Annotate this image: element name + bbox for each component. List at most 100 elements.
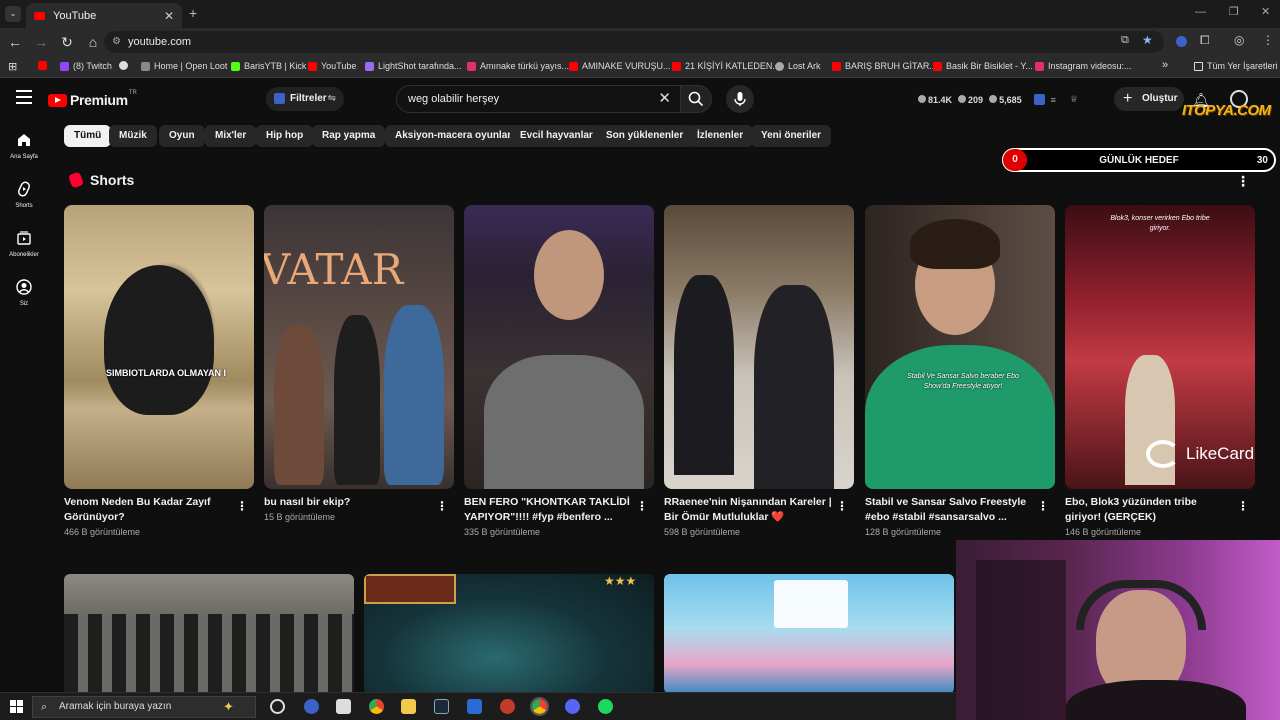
reload-button[interactable]: ↻ (55, 30, 79, 54)
shorts-more-icon[interactable]: ⋮ (1236, 173, 1250, 190)
calculator-icon[interactable] (336, 699, 351, 714)
short-card[interactable]: BEN FERO "KHONTKAR TAKLİDİ YAPIYOR"!!!! … (464, 205, 654, 537)
chip-action-adventure[interactable]: Aksiyon-macera oyunları (385, 125, 524, 147)
short-thumbnail[interactable]: Stabil Ve Sansar Salvo beraber Ebo Show'… (865, 205, 1055, 489)
more-bookmarks-icon[interactable]: » (1162, 59, 1168, 71)
extension-icon[interactable] (1176, 36, 1187, 47)
home-button[interactable]: ⌂ (81, 30, 105, 54)
video-thumbnail[interactable] (64, 574, 354, 694)
chip-hiphop[interactable]: Hip hop (256, 125, 314, 147)
close-tab-icon[interactable]: ✕ (164, 9, 174, 23)
short-more-icon[interactable]: ⋮ (636, 499, 648, 513)
chip-music[interactable]: Müzik (109, 125, 157, 147)
all-bookmarks-folder[interactable]: Tüm Yer İşaretleri (1194, 61, 1278, 71)
minimize-button[interactable]: — (1195, 6, 1206, 18)
browser-menu-icon[interactable]: ⋮ (1262, 33, 1274, 47)
chip-pets[interactable]: Evcil hayvanlar (510, 125, 603, 147)
bookmark-item[interactable]: Home | Open Loot (141, 61, 227, 71)
chip-all[interactable]: Tümü (64, 125, 112, 147)
short-title[interactable]: Ebo, Blok3 yüzünden tribe giriyor! (GERÇ… (1065, 495, 1233, 524)
windows-start-icon[interactable] (10, 700, 23, 713)
trophy-icon[interactable]: ♕ (1070, 94, 1078, 105)
file-explorer-icon[interactable] (401, 699, 416, 714)
bookmark-item[interactable]: Lost Ark (775, 61, 821, 71)
bookmark-star-icon[interactable]: ★ (1142, 33, 1153, 47)
short-card[interactable]: RRaenee'nin Nişanından Kareler | Bir Ömü… (664, 205, 854, 537)
chrome-icon[interactable] (530, 697, 549, 716)
bookmark-item[interactable]: (8) Twitch (60, 61, 112, 71)
site-info-icon[interactable]: ⚙ (112, 31, 121, 53)
short-title[interactable]: Stabil ve Sansar Salvo Freestyle #ebo #s… (865, 495, 1033, 524)
short-title[interactable]: bu nasıl bir ekip? (264, 495, 432, 510)
app-icon[interactable] (500, 699, 515, 714)
search-input[interactable]: weg olabilir herşey ✕ (396, 85, 682, 113)
maximize-button[interactable]: ❐ (1229, 5, 1239, 18)
short-title[interactable]: Venom Neden Bu Kadar Zayıf Görünüyor? (64, 495, 232, 524)
video-thumbnail[interactable]: ★★★ (364, 574, 654, 694)
youtube-premium-logo[interactable]: Premium TR (48, 90, 137, 108)
bookmark-item[interactable] (119, 61, 132, 70)
short-title[interactable]: BEN FERO "KHONTKAR TAKLİDİ YAPIYOR"!!!! … (464, 495, 632, 524)
bookmark-item[interactable]: Amınake türkü yayıs... (467, 61, 569, 71)
short-more-icon[interactable]: ⋮ (1037, 499, 1049, 513)
hamburger-menu-icon[interactable] (16, 90, 32, 104)
video-thumbnail[interactable] (664, 574, 954, 694)
queue-icon[interactable]: ≡ (1051, 95, 1056, 105)
bookmark-item[interactable]: AMINAKE VURUŞU... (569, 61, 671, 71)
short-more-icon[interactable]: ⋮ (836, 499, 848, 513)
short-thumbnail[interactable]: VATAR (264, 205, 454, 489)
sidebar-item-shorts[interactable]: Shorts (0, 181, 48, 209)
bookmark-item[interactable]: LightShot tarafında... (365, 61, 462, 71)
bookmark-item[interactable]: BarisYTB | Kick (231, 61, 306, 71)
short-card[interactable]: SIMBIOTLARDA OLMAYAN I Venom Neden Bu Ka… (64, 205, 254, 537)
bookmark-item[interactable]: Instagram videosu:... (1035, 61, 1132, 71)
bookmark-item[interactable]: 21 KİŞİYİ KATLEDEN... (672, 61, 780, 71)
chip-gaming[interactable]: Oyun (159, 125, 205, 147)
short-card[interactable]: VATAR bu nasıl bir ekip? 15 B görüntülem… (264, 205, 454, 522)
task-view-icon[interactable] (270, 699, 285, 714)
chip-mixes[interactable]: Mix'ler (205, 125, 257, 147)
sidebar-item-home[interactable]: Ana Sayfa (0, 132, 48, 160)
browser-tab-youtube[interactable]: YouTube ✕ (26, 3, 182, 28)
search-button[interactable] (680, 85, 712, 113)
chip-recently-uploaded[interactable]: Son yüklenenler (596, 125, 694, 147)
short-thumbnail[interactable] (664, 205, 854, 489)
back-button[interactable]: ← (3, 30, 27, 54)
extension-badge-icon[interactable] (1033, 94, 1045, 105)
forward-button[interactable]: → (29, 30, 53, 54)
chip-new-to-you[interactable]: Yeni öneriler (751, 125, 832, 147)
short-more-icon[interactable]: ⋮ (1237, 499, 1249, 513)
address-bar[interactable]: ⚙ youtube.com (104, 31, 1164, 53)
chip-watched[interactable]: İzlenenler (687, 125, 754, 147)
chip-rap[interactable]: Rap yapma (312, 125, 386, 147)
short-thumbnail[interactable] (464, 205, 654, 489)
taskbar-search[interactable]: ⌕ Aramak için buraya yazın ✦ (32, 696, 256, 718)
profile-icon[interactable]: ◎ (1234, 33, 1244, 47)
clear-search-icon[interactable]: ✕ (658, 86, 671, 112)
bookmark-item[interactable]: BARIŞ BRUH GİTAR... (832, 61, 937, 71)
create-button[interactable]: + Oluştur (1114, 87, 1184, 111)
short-more-icon[interactable]: ⋮ (236, 499, 248, 513)
short-thumbnail[interactable]: SIMBIOTLARDA OLMAYAN I (64, 205, 254, 489)
short-more-icon[interactable]: ⋮ (436, 499, 448, 513)
close-window-button[interactable]: ✕ (1261, 5, 1270, 18)
steam-icon[interactable] (434, 699, 449, 714)
extensions-puzzle-icon[interactable]: ⧠ (1200, 33, 1210, 48)
discord-icon[interactable] (565, 699, 580, 714)
app-icon[interactable] (467, 699, 482, 714)
spotify-icon[interactable] (598, 699, 613, 714)
bookmark-item[interactable] (38, 61, 51, 70)
filters-button[interactable]: Filtreler ⇋ (266, 87, 344, 111)
short-title[interactable]: RRaenee'nin Nişanından Kareler | Bir Ömü… (664, 495, 832, 524)
cast-icon[interactable]: ⧉ (1121, 34, 1129, 47)
tab-list-button[interactable]: ⌄ (5, 6, 21, 22)
apps-grid-icon[interactable]: ⊞ (8, 60, 17, 73)
short-card[interactable]: Stabil Ve Sansar Salvo beraber Ebo Show'… (865, 205, 1055, 537)
sidebar-item-you[interactable]: Siz (0, 279, 48, 307)
sidebar-item-subscriptions[interactable]: Abonelikler (0, 230, 48, 258)
chrome-icon[interactable] (369, 699, 384, 714)
new-tab-button[interactable]: + (189, 5, 197, 21)
voice-search-button[interactable] (726, 85, 754, 113)
bookmark-item[interactable]: YouTube (308, 61, 356, 71)
app-icon[interactable] (304, 699, 319, 714)
